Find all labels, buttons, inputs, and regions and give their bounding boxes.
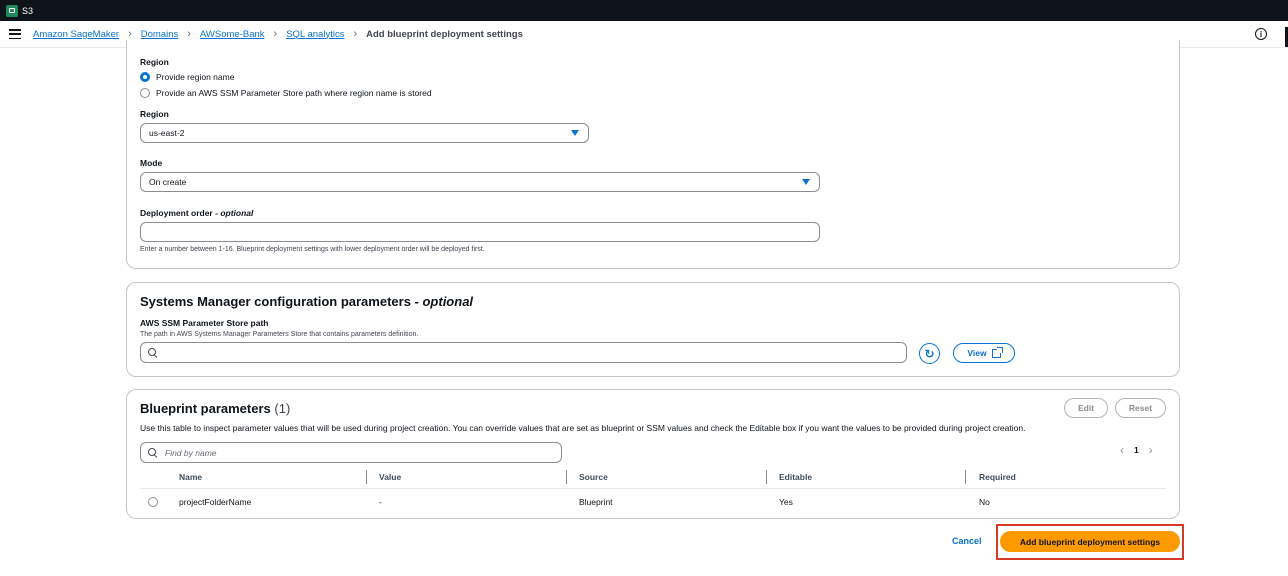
breadcrumb: Amazon SageMaker › Domains › AWSome-Bank… (33, 28, 523, 40)
region-select-value: us-east-2 (149, 128, 185, 138)
blueprint-params-title: Blueprint parameters (1) (140, 401, 290, 416)
radio-label: Provide region name (156, 72, 235, 82)
blueprint-title-text: Blueprint parameters (140, 401, 271, 416)
column-divider[interactable] (965, 470, 966, 484)
refresh-button[interactable]: ↻ (919, 343, 940, 364)
cell-value: - (379, 497, 382, 507)
ssm-title-text: Systems Manager configuration parameters… (140, 294, 419, 309)
column-divider[interactable] (566, 470, 567, 484)
radio-provide-ssm-path[interactable]: Provide an AWS SSM Parameter Store path … (140, 88, 432, 98)
ssm-path-label: AWS SSM Parameter Store path (140, 318, 269, 328)
column-divider[interactable] (366, 470, 367, 484)
chevron-right-icon: › (187, 28, 191, 40)
cell-source: Blueprint (579, 497, 613, 507)
column-header-source[interactable]: Source (579, 472, 608, 482)
column-header-editable[interactable]: Editable (779, 472, 812, 482)
cell-editable: Yes (779, 497, 793, 507)
view-button[interactable]: View (953, 343, 1015, 363)
menu-icon[interactable] (9, 29, 21, 39)
add-blueprint-deployment-settings-button[interactable]: Add blueprint deployment settings (1000, 531, 1180, 552)
find-by-name-input[interactable]: Find by name (140, 442, 562, 463)
cell-required: No (979, 497, 990, 507)
chevron-right-icon[interactable]: › (1149, 443, 1153, 457)
blueprint-params-description: Use this table to inspect parameter valu… (140, 423, 1026, 433)
info-icon[interactable]: i (1255, 28, 1267, 40)
radio-provide-region-name[interactable]: Provide region name (140, 72, 234, 82)
page-number[interactable]: 1 (1134, 445, 1139, 455)
mode-select-value: On create (149, 177, 187, 187)
deployment-order-label: Deployment order - optional (140, 208, 253, 218)
deployment-order-label-text: Deployment order - (140, 208, 218, 218)
radio-selected-icon[interactable] (140, 72, 150, 82)
edit-button[interactable]: Edit (1064, 398, 1108, 418)
breadcrumb-link-sql-analytics[interactable]: SQL analytics (286, 29, 344, 40)
refresh-icon: ↻ (924, 346, 935, 361)
table-header-divider (140, 488, 1166, 489)
optional-tag: optional (220, 208, 254, 218)
chevron-right-icon: › (353, 28, 358, 40)
region-label: Region (140, 109, 169, 119)
breadcrumb-link-domain[interactable]: AWSome-Bank (200, 29, 265, 40)
ssm-section-title: Systems Manager configuration parameters… (140, 294, 473, 309)
s3-service-icon[interactable] (6, 4, 18, 17)
column-header-value[interactable]: Value (379, 472, 401, 482)
column-divider[interactable] (766, 470, 767, 484)
ssm-path-input[interactable] (140, 342, 907, 363)
blueprint-params-count: (1) (274, 401, 291, 416)
pagination: ‹ 1 › (1120, 443, 1153, 457)
optional-tag: optional (422, 294, 474, 309)
search-icon (148, 448, 157, 457)
caret-down-icon (571, 130, 579, 136)
external-link-icon (991, 346, 1003, 358)
deployment-order-input[interactable] (140, 222, 820, 242)
mode-select[interactable]: On create (140, 172, 820, 192)
breadcrumb-link-sagemaker[interactable]: Amazon SageMaker (33, 29, 119, 40)
view-label: View (967, 348, 987, 358)
search-placeholder: Find by name (165, 447, 217, 458)
region-source-label: Region (140, 57, 169, 67)
row-select-radio[interactable] (148, 497, 158, 507)
search-icon (148, 348, 157, 357)
chevron-right-icon: › (128, 28, 132, 40)
breadcrumb-link-domains[interactable]: Domains (141, 29, 179, 40)
cancel-button[interactable]: Cancel (952, 536, 982, 546)
deployment-order-hint: Enter a number between 1-16. Blueprint d… (140, 246, 485, 253)
cell-name: projectFolderName (179, 497, 252, 507)
column-header-name[interactable]: Name (179, 472, 202, 482)
top-navigation-bar: S3 (0, 0, 1288, 21)
breadcrumb-current: Add blueprint deployment settings (366, 28, 523, 40)
chevron-left-icon[interactable]: ‹ (1120, 443, 1124, 457)
column-header-required[interactable]: Required (979, 472, 1016, 482)
ssm-path-hint: The path in AWS Systems Manager Paramete… (140, 331, 419, 338)
chevron-right-icon: › (273, 28, 278, 40)
region-select[interactable]: us-east-2 (140, 123, 589, 143)
mode-label: Mode (140, 158, 163, 168)
radio-label: Provide an AWS SSM Parameter Store path … (156, 88, 432, 98)
caret-down-icon (802, 179, 810, 185)
radio-unselected-icon[interactable] (140, 88, 150, 98)
service-name[interactable]: S3 (22, 6, 33, 16)
reset-button[interactable]: Reset (1115, 398, 1166, 418)
